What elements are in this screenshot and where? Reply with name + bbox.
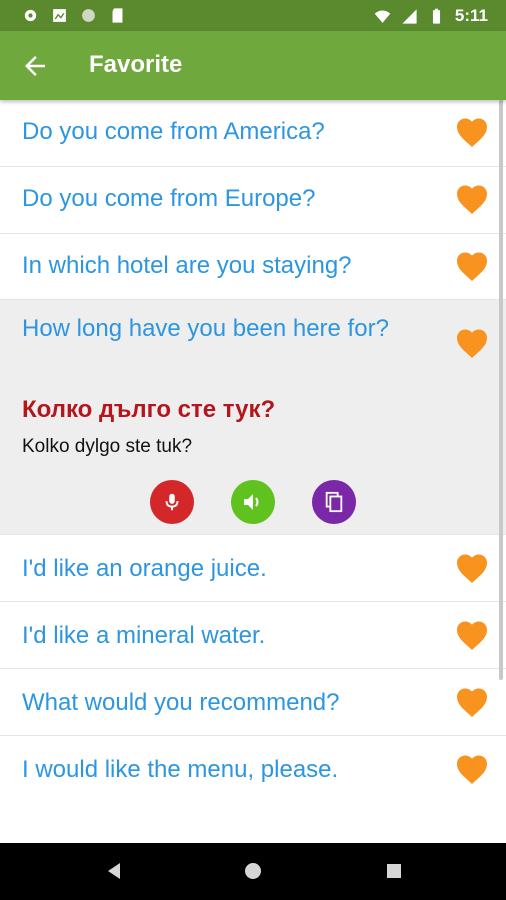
wifi-icon [374, 9, 391, 23]
list-item[interactable]: What would you recommend? [0, 669, 506, 736]
heart-icon[interactable] [454, 326, 490, 360]
list-item[interactable]: In which hotel are you staying? [0, 234, 506, 300]
list-item[interactable]: I would like the menu, please. [0, 736, 506, 802]
list-item[interactable]: Do you come from Europe? [0, 167, 506, 234]
phrase-text: Do you come from America? [22, 118, 325, 145]
back-triangle-icon[interactable] [104, 861, 124, 881]
settings-icon [24, 9, 37, 22]
heart-icon[interactable] [454, 249, 490, 283]
phrase-text: In which hotel are you staying? [22, 252, 352, 279]
heart-icon[interactable] [454, 182, 490, 216]
list-item[interactable]: I'd like an orange juice. [0, 535, 506, 602]
record-button[interactable] [150, 480, 194, 524]
heart-icon[interactable] [454, 685, 490, 719]
image-icon [53, 9, 66, 22]
home-circle-icon[interactable] [243, 861, 263, 881]
action-buttons [0, 480, 506, 524]
battery-icon [432, 8, 440, 24]
transliteration-text: Kolko dylgo ste tuk? [22, 436, 193, 457]
arrow-back-icon[interactable] [20, 51, 50, 81]
copy-button[interactable] [312, 480, 356, 524]
scrollbar[interactable] [499, 100, 503, 680]
status-time: 5:11 [454, 6, 488, 25]
phrase-text: Do you come from Europe? [22, 185, 316, 212]
expanded-list-item[interactable]: How long have you been here for? Колко д… [0, 300, 506, 535]
microphone-icon [165, 493, 179, 511]
phrase-text: I'd like an orange juice. [22, 555, 267, 582]
heart-icon[interactable] [454, 752, 490, 786]
heart-icon[interactable] [454, 551, 490, 585]
phrase-list: Do you come from America? Do you come fr… [0, 100, 506, 802]
phrase-text: I'd like a mineral water. [22, 622, 266, 649]
status-bar: 5:11 [0, 0, 506, 31]
list-item[interactable]: I'd like a mineral water. [0, 602, 506, 669]
phrase-text: What would you recommend? [22, 689, 340, 716]
translation-text: Колко дълго сте тук? [22, 396, 276, 423]
speaker-icon [244, 494, 259, 510]
phrase-text: I would like the menu, please. [22, 756, 339, 783]
page-title: Favorite [89, 51, 183, 78]
app-bar: Favorite [0, 31, 506, 100]
heart-icon[interactable] [454, 115, 490, 149]
signal-icon [402, 8, 417, 24]
system-nav-bar [0, 843, 506, 900]
list-item[interactable]: Do you come from America? [0, 100, 506, 167]
heart-icon[interactable] [454, 618, 490, 652]
play-audio-button[interactable] [231, 480, 275, 524]
copy-icon [325, 491, 343, 513]
phrase-text: How long have you been here for? [22, 315, 389, 342]
sd-card-icon [112, 8, 123, 23]
circle-icon [82, 9, 95, 22]
recents-square-icon[interactable] [384, 861, 404, 881]
